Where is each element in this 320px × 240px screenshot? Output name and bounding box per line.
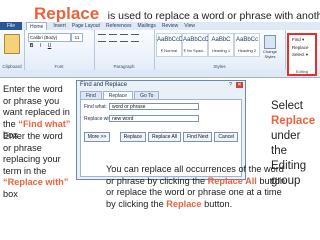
dialog-controls: ? ✕: [227, 82, 243, 88]
styles-group-label: Styles: [213, 64, 226, 69]
word-ribbon: File Home Insert Page Layout References …: [0, 22, 320, 78]
title-rest: is used to replace a word or phrase with…: [107, 10, 320, 22]
style-no-spacing[interactable]: AaBbCcDc ¶ No Spaci...: [182, 33, 213, 57]
dialog-buttons: Replace Replace All Find Next Cancel: [119, 132, 238, 142]
find-next-button[interactable]: Find Next: [183, 132, 213, 142]
more-button[interactable]: More >>: [84, 132, 110, 142]
note-select-replace: Select Replace under the Editing group: [271, 99, 317, 189]
note-text: Enter the word or phrase replacing your …: [3, 131, 63, 176]
replace-button[interactable]: Replace: [119, 132, 146, 142]
paste-icon[interactable]: [4, 34, 20, 54]
clipboard-group-label: Clipboard: [2, 64, 22, 69]
tab-mailings[interactable]: Mailings: [138, 22, 156, 30]
clipboard-group: Clipboard: [0, 30, 25, 70]
numbering-icon[interactable]: [109, 34, 117, 42]
note-highlight: Replace: [166, 198, 202, 209]
style-sample: AaBbCc: [235, 37, 258, 43]
file-tab[interactable]: File: [0, 22, 22, 30]
tab-references[interactable]: References: [106, 22, 132, 30]
change-styles-button[interactable]: Change Styles: [262, 33, 278, 63]
format-buttons: B I U: [28, 43, 53, 50]
styles-group: AaBbCcDc ¶ Normal AaBbCcDc ¶ No Spaci...…: [154, 30, 286, 70]
title-keyword: Replace: [34, 4, 100, 23]
style-sample: AaBbC: [211, 37, 231, 43]
note-highlight: “Find what”: [18, 118, 71, 129]
italic-button[interactable]: I: [37, 43, 44, 50]
close-icon[interactable]: ✕: [236, 82, 243, 88]
note-text: box: [3, 188, 18, 199]
style-normal[interactable]: AaBbCcDc ¶ Normal: [156, 33, 187, 57]
editing-group-highlight: Find ▾ Replace Select ▾ Editing: [287, 33, 317, 76]
replace-with-field[interactable]: new word: [109, 115, 199, 122]
paragraph-group: Paragraph: [94, 30, 155, 70]
style-name: ¶ No Spaci...: [183, 48, 207, 53]
style-sample: AaBbCcDc: [157, 37, 187, 43]
tab-view[interactable]: View: [184, 22, 195, 30]
note-text: under the Editing group: [271, 130, 307, 187]
ribbon-body: Clipboard Calibri (Body) 11 B I U Font P…: [0, 30, 320, 76]
replace-ribbon-button[interactable]: Replace: [292, 45, 315, 50]
help-icon[interactable]: ?: [227, 82, 234, 88]
note-replace-with: Enter the word or phrase replacing your …: [3, 131, 73, 200]
paragraph-buttons: [98, 34, 139, 42]
indent-icon[interactable]: [120, 34, 128, 42]
style-heading-2[interactable]: AaBbCc Heading 2: [234, 33, 260, 57]
replace-all-button[interactable]: Replace All: [148, 132, 182, 142]
ribbon-tab-row: Home Insert Page Layout References Maili…: [26, 22, 195, 30]
style-name: ¶ Normal: [160, 48, 178, 53]
bullets-icon[interactable]: [98, 34, 106, 42]
slide-title: Replace is used to replace a word or phr…: [34, 4, 320, 24]
note-highlight: “Replace with”: [3, 177, 69, 187]
change-styles-label: Change Styles: [262, 49, 277, 59]
find-what-label: Find what:: [84, 104, 108, 110]
font-group: Calibri (Body) 11 B I U Font: [24, 30, 95, 70]
note-highlight: Replace: [271, 115, 316, 127]
style-sample: AaBbCcDc: [183, 37, 213, 43]
paragraph-group-label: Paragraph: [113, 64, 135, 69]
font-name-select[interactable]: Calibri (Body): [28, 33, 71, 42]
bold-button[interactable]: B: [28, 43, 35, 50]
tab-insert[interactable]: Insert: [53, 22, 66, 30]
editing-group-label: Editing: [295, 69, 309, 74]
note-highlight: Replace All: [207, 175, 257, 186]
tab-review[interactable]: Review: [162, 22, 178, 30]
note-text: You can replace all occurrences of the w…: [106, 164, 284, 186]
change-styles-icon: [264, 35, 276, 49]
style-name: Heading 2: [237, 48, 257, 53]
cancel-button[interactable]: Cancel: [214, 132, 238, 142]
dialog-title: Find and Replace: [80, 82, 128, 88]
tab-home[interactable]: Home: [26, 22, 48, 30]
font-group-label: Font: [54, 64, 64, 69]
select-button[interactable]: Select ▾: [292, 52, 315, 58]
note-replace-all: You can replace all occurrences of the w…: [106, 164, 286, 210]
find-button[interactable]: Find ▾: [292, 37, 315, 43]
font-size-select[interactable]: 11: [71, 33, 83, 42]
style-heading-1[interactable]: AaBbC Heading 1: [208, 33, 234, 57]
sort-icon[interactable]: [131, 34, 139, 42]
underline-button[interactable]: U: [46, 43, 53, 50]
tab-page-layout[interactable]: Page Layout: [72, 22, 100, 30]
find-what-field[interactable]: word or phrase: [109, 103, 199, 110]
style-name: Heading 1: [211, 48, 231, 53]
note-text: Select: [271, 100, 303, 112]
note-text: button.: [204, 198, 233, 209]
